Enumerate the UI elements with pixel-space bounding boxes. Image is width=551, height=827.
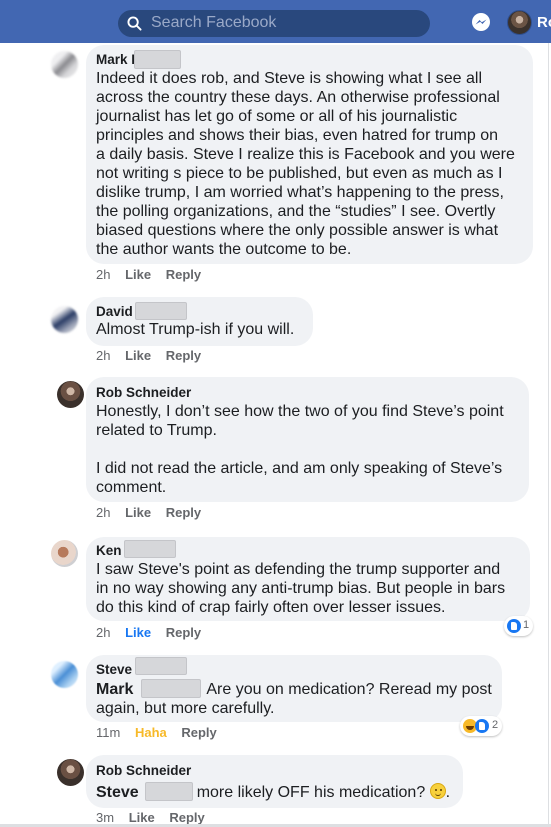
comment-actions: 2h Like Reply <box>96 625 212 640</box>
redacted-name <box>124 540 176 558</box>
reaction-count: 2 <box>492 719 499 731</box>
commenter-name[interactable]: David <box>96 304 133 319</box>
search-icon <box>127 16 142 31</box>
like-button[interactable]: Like <box>125 625 151 640</box>
comment-actions: 2h Like Reply <box>96 267 212 282</box>
like-button[interactable]: Like <box>129 810 155 825</box>
reaction-summary[interactable]: 1 <box>504 616 533 636</box>
avatar[interactable] <box>51 540 78 567</box>
haha-button[interactable]: Haha <box>135 725 167 740</box>
comment-text: Mark Are you on medication? Reread my pos… <box>96 679 492 717</box>
reply-button[interactable]: Reply <box>181 725 216 740</box>
reaction-count: 1 <box>523 619 530 631</box>
tagged-user[interactable]: Steve <box>96 784 139 801</box>
reply-button[interactable]: Reply <box>166 267 201 282</box>
timestamp[interactable]: 2h <box>96 267 110 282</box>
timestamp[interactable]: 2h <box>96 625 110 640</box>
comment-actions: 11m Haha Reply <box>96 725 228 740</box>
like-reaction-icon <box>507 619 521 633</box>
comment-actions: 2h Like Reply <box>96 348 212 363</box>
redacted-name <box>135 657 187 675</box>
avatar[interactable] <box>57 381 84 408</box>
messenger-icon[interactable] <box>471 12 491 32</box>
like-button[interactable]: Like <box>125 505 151 520</box>
redacted-name <box>141 679 202 698</box>
like-button[interactable]: Like <box>125 267 151 282</box>
avatar[interactable] <box>51 661 78 688</box>
redacted-name <box>144 782 193 801</box>
timestamp[interactable]: 3m <box>96 810 114 825</box>
comment-text: Almost Trump-ish if you will. <box>96 321 295 338</box>
commenter-name[interactable]: Mark I <box>96 52 135 67</box>
tagged-user[interactable]: Mark <box>96 681 133 698</box>
search-input[interactable]: Search Facebook <box>118 10 430 37</box>
profile-avatar[interactable] <box>507 10 532 35</box>
avatar[interactable] <box>51 306 78 333</box>
commenter-name[interactable]: Ken <box>96 543 122 558</box>
comment-text: Honestly, I don’t see how the two of you… <box>96 403 504 496</box>
smiley-emoji-icon <box>429 783 446 799</box>
like-button[interactable]: Like <box>125 348 151 363</box>
profile-name[interactable]: Ro <box>537 14 551 31</box>
commenter-name[interactable]: Steve <box>96 662 132 677</box>
reply-button[interactable]: Reply <box>169 810 204 825</box>
reaction-summary[interactable]: 2 <box>460 716 502 736</box>
like-reaction-icon <box>475 719 489 733</box>
reply-button[interactable]: Reply <box>166 625 201 640</box>
comment-text: I saw Steve's point as defending the tru… <box>96 561 506 616</box>
divider <box>548 43 549 827</box>
top-navigation-bar: Search Facebook Ro <box>0 0 551 43</box>
reply-button[interactable]: Reply <box>166 348 201 363</box>
timestamp[interactable]: 2h <box>96 348 110 363</box>
redacted-name <box>135 302 187 320</box>
timestamp[interactable]: 11m <box>96 725 120 740</box>
comment-actions: 2h Like Reply <box>96 505 212 520</box>
comment-actions: 3m Like Reply <box>96 810 216 825</box>
timestamp[interactable]: 2h <box>96 505 110 520</box>
commenter-name[interactable]: Rob Schneider <box>96 763 191 778</box>
redacted-name <box>134 50 181 69</box>
reply-button[interactable]: Reply <box>166 505 201 520</box>
search-placeholder: Search Facebook <box>151 14 277 31</box>
avatar[interactable] <box>51 51 78 78</box>
comment-text: Indeed it does rob, and Steve is showing… <box>96 70 515 258</box>
comment-text: Steve more likely OFF his medication? . <box>96 782 451 801</box>
commenter-name[interactable]: Rob Schneider <box>96 385 191 400</box>
avatar[interactable] <box>57 759 84 786</box>
